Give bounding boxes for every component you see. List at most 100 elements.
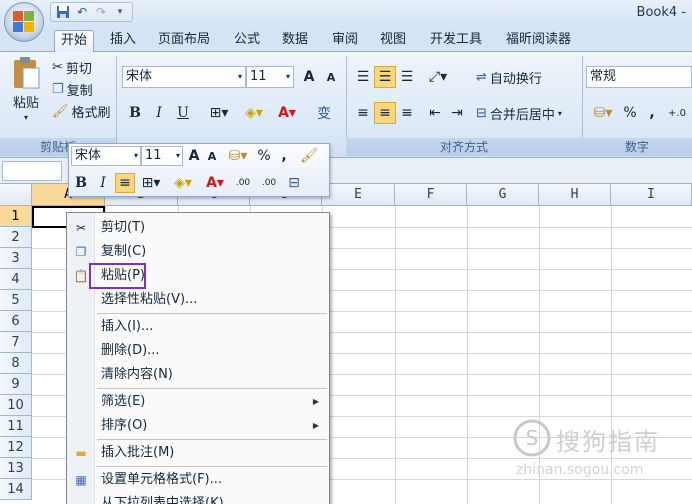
row-header-14[interactable]: 14 xyxy=(0,479,32,500)
align-left-button[interactable]: ≡ xyxy=(352,102,374,124)
menu-item-clear-contents[interactable]: 清除内容(N) xyxy=(67,364,329,386)
mini-format-painter-button[interactable]: 🖌 xyxy=(297,146,321,166)
menu-item-insert-comment[interactable]: ▬ 插入批注(M) xyxy=(67,442,329,464)
mini-italic-button[interactable]: I xyxy=(93,173,113,193)
office-button[interactable] xyxy=(4,2,44,42)
customize-icon[interactable]: ▾ xyxy=(112,4,128,20)
shrink-font-button[interactable]: A xyxy=(320,66,342,88)
menu-item-format-cells[interactable]: ▦ 设置单元格格式(F)... xyxy=(67,469,329,491)
redo-icon[interactable]: ↷ xyxy=(93,4,109,20)
mini-fill-color-button[interactable]: ◈▾ xyxy=(169,173,197,193)
grid-line xyxy=(611,206,612,504)
column-header-g[interactable]: G xyxy=(467,184,539,206)
phonetic-button[interactable]: 变 xyxy=(308,102,340,124)
mini-percent-button[interactable]: % xyxy=(255,146,273,166)
tab-formulas[interactable]: 公式 xyxy=(228,30,266,52)
row-header-11[interactable]: 11 xyxy=(0,416,32,437)
row-header-12[interactable]: 12 xyxy=(0,437,32,458)
menu-item-cut[interactable]: ✂ 剪切(T) xyxy=(67,217,329,239)
percent-button[interactable]: % xyxy=(620,102,640,124)
menu-item-paste-special[interactable]: 选择性粘贴(V)... xyxy=(67,289,329,311)
decrease-indent-button[interactable]: ⇤ xyxy=(424,102,446,124)
mini-font-name-box[interactable]: 宋体 ▾ xyxy=(71,146,141,166)
mini-grow-font-button[interactable]: A xyxy=(185,146,203,166)
mini-center-button[interactable]: ≡ xyxy=(115,173,135,193)
copy-button[interactable]: ❐ 复制 xyxy=(52,80,93,99)
row-header-13[interactable]: 13 xyxy=(0,458,32,479)
align-right-button[interactable]: ≡ xyxy=(396,102,418,124)
merge-center-button[interactable]: ⊟ 合并后居中 ▾ xyxy=(476,104,562,123)
align-center-button[interactable]: ≡ xyxy=(374,102,396,124)
row-header-1[interactable]: 1 xyxy=(0,206,32,227)
tab-review[interactable]: 审阅 xyxy=(326,30,364,52)
mini-increase-decimal-button[interactable]: .00 xyxy=(231,173,255,193)
row-header-7[interactable]: 7 xyxy=(0,332,32,353)
paste-button[interactable]: 粘贴 ▾ xyxy=(6,56,46,122)
menu-item-copy[interactable]: ❐ 复制(C) xyxy=(67,241,329,263)
row-header-2[interactable]: 2 xyxy=(0,227,32,248)
accounting-format-button[interactable]: ⛁▾ xyxy=(588,102,618,124)
font-size-box[interactable]: 11 ▾ xyxy=(246,66,294,88)
mini-shrink-font-button[interactable]: A xyxy=(203,146,221,166)
tab-view[interactable]: 视图 xyxy=(374,30,412,52)
mini-merge-button[interactable]: ⊟ xyxy=(283,173,305,193)
row-header-10[interactable]: 10 xyxy=(0,395,32,416)
row-header-5[interactable]: 5 xyxy=(0,290,32,311)
underline-button[interactable]: U xyxy=(172,102,194,124)
row-header-8[interactable]: 8 xyxy=(0,353,32,374)
column-header-i[interactable]: I xyxy=(611,184,692,206)
increase-indent-button[interactable]: ⇥ xyxy=(446,102,468,124)
menu-item-delete[interactable]: 删除(D)... xyxy=(67,340,329,362)
tab-foxit-reader[interactable]: 福昕阅读器 xyxy=(500,30,577,52)
menu-separator xyxy=(97,466,327,467)
mini-font-color-button[interactable]: A▾ xyxy=(201,173,229,193)
borders-button[interactable]: ⊞▾ xyxy=(204,102,234,124)
fill-bucket-icon: ◈▾ xyxy=(174,175,192,191)
mini-font-size-box[interactable]: 11 ▾ xyxy=(141,146,183,166)
currency-icon: ⛁▾ xyxy=(228,148,248,164)
mini-accounting-button[interactable]: ⛁▾ xyxy=(223,146,253,166)
row-header-3[interactable]: 3 xyxy=(0,248,32,269)
italic-button[interactable]: I xyxy=(148,102,170,124)
select-all-corner[interactable] xyxy=(0,184,32,206)
row-header-6[interactable]: 6 xyxy=(0,311,32,332)
row-header-9[interactable]: 9 xyxy=(0,374,32,395)
name-box[interactable] xyxy=(2,161,62,181)
number-format-box[interactable]: 常规 xyxy=(586,66,692,88)
column-header-e[interactable]: E xyxy=(322,184,395,206)
wrap-text-icon: ⇌ xyxy=(476,70,487,85)
align-top-button[interactable]: ☰ xyxy=(352,66,374,88)
align-bottom-button[interactable]: ☰ xyxy=(396,66,418,88)
mini-bold-button[interactable]: B xyxy=(71,173,91,193)
menu-item-label: 插入批注(M) xyxy=(101,445,175,460)
mini-comma-button[interactable]: , xyxy=(275,146,293,166)
orientation-button[interactable]: ⤢▾ xyxy=(422,66,454,88)
font-name-box[interactable]: 宋体 ▾ xyxy=(122,66,246,88)
column-header-f[interactable]: F xyxy=(395,184,467,206)
tab-page-layout[interactable]: 页面布局 xyxy=(152,30,216,52)
menu-item-sort[interactable]: 排序(O) ▶ xyxy=(67,415,329,437)
tab-insert[interactable]: 插入 xyxy=(104,30,142,52)
tab-developer[interactable]: 开发工具 xyxy=(424,30,488,52)
wrap-text-button[interactable]: ⇌ 自动换行 xyxy=(476,68,542,87)
mini-borders-button[interactable]: ⊞▾ xyxy=(137,173,165,193)
menu-item-insert[interactable]: 插入(I)... xyxy=(67,316,329,338)
font-color-button[interactable]: A▾ xyxy=(272,102,302,124)
grow-font-button[interactable]: A xyxy=(298,66,320,88)
cut-button[interactable]: ✂ 剪切 xyxy=(52,58,92,77)
bold-button[interactable]: B xyxy=(124,102,146,124)
increase-decimal-button[interactable]: +.0 xyxy=(664,102,690,124)
fill-color-button[interactable]: ◈▾ xyxy=(238,102,270,124)
column-header-h[interactable]: H xyxy=(539,184,611,206)
row-header-4[interactable]: 4 xyxy=(0,269,32,290)
tab-data[interactable]: 数据 xyxy=(276,30,314,52)
align-middle-button[interactable]: ☰ xyxy=(374,66,396,88)
menu-item-pick-from-list[interactable]: 从下拉列表中选择(K)... xyxy=(67,493,329,504)
mini-decrease-decimal-button[interactable]: .00 xyxy=(257,173,281,193)
tab-home[interactable]: 开始 xyxy=(54,30,95,52)
undo-icon[interactable]: ↶ xyxy=(74,4,90,20)
format-painter-button[interactable]: 🖌 格式刷 xyxy=(52,102,111,121)
menu-item-filter[interactable]: 筛选(E) ▶ xyxy=(67,391,329,413)
comma-button[interactable]: , xyxy=(642,102,662,124)
save-icon[interactable] xyxy=(55,4,71,20)
